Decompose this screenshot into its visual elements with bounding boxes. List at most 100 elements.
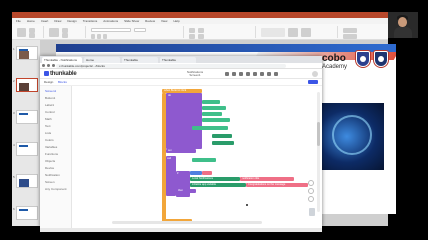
reset-button[interactable]	[62, 33, 68, 38]
ribbon-tab[interactable]: Review	[145, 19, 155, 23]
preview-icon[interactable]	[239, 72, 243, 76]
notification-block[interactable]: Local Notifications	[190, 177, 240, 181]
bold-button[interactable]	[91, 34, 95, 39]
ribbon-tab[interactable]: File	[16, 19, 21, 23]
ribbon-tab[interactable]: Design	[67, 19, 76, 23]
quick-styles-button[interactable]	[301, 28, 311, 37]
paste-button[interactable]	[17, 28, 26, 37]
help-icon[interactable]	[267, 72, 271, 76]
sidebar-item[interactable]: Text	[45, 124, 51, 128]
ribbon-tab[interactable]: Draw	[54, 19, 61, 23]
align-left-button[interactable]	[189, 34, 195, 39]
slide-thumbnail[interactable]: 5	[13, 174, 38, 188]
font-name-select[interactable]	[91, 28, 131, 32]
slide-thumbnail[interactable]: 1	[13, 46, 38, 60]
value-block[interactable]	[192, 126, 228, 130]
sidebar-item[interactable]: Objects	[45, 159, 55, 163]
trash-icon[interactable]	[309, 208, 315, 216]
thumb-photo	[19, 179, 29, 187]
sidebar-item[interactable]: Control	[45, 110, 55, 114]
text-block[interactable]	[202, 171, 212, 175]
test-button[interactable]	[308, 80, 318, 84]
slide-number: 2	[13, 79, 15, 83]
zoom-out-icon[interactable]	[308, 196, 314, 202]
underline-button[interactable]	[103, 34, 107, 39]
value-block[interactable]	[202, 112, 222, 116]
sidebar-item[interactable]: Screen1	[45, 89, 56, 93]
settings-icon[interactable]	[260, 72, 264, 76]
forward-icon[interactable]	[47, 64, 50, 67]
slide-thumbnail[interactable]: 4	[13, 142, 38, 156]
logic-block[interactable]	[190, 171, 202, 175]
ribbon-tab[interactable]: View	[161, 19, 167, 23]
copy-button[interactable]	[29, 33, 35, 38]
sidebar-item[interactable]: Screen	[45, 180, 55, 184]
replace-button[interactable]	[343, 34, 357, 39]
italic-button[interactable]	[97, 34, 101, 39]
value-block[interactable]	[212, 141, 234, 145]
sidebar-item[interactable]: Any Component	[45, 187, 67, 191]
workspace-horizontal-scrollbar[interactable]	[112, 221, 262, 224]
thunkable-logo[interactable]: thunkable	[44, 71, 77, 77]
project-screen[interactable]: Screen1	[175, 74, 215, 77]
redo-icon[interactable]	[232, 72, 236, 76]
reload-icon[interactable]	[52, 64, 55, 67]
sidebar-item[interactable]: Notification	[45, 173, 60, 177]
user-avatar[interactable]	[312, 71, 318, 77]
value-block[interactable]	[212, 134, 232, 138]
arrange-button[interactable]	[288, 28, 298, 37]
sidebar-item[interactable]: Math	[45, 117, 52, 121]
set-block[interactable]: set	[166, 149, 196, 153]
align-center-button[interactable]	[198, 34, 204, 39]
ribbon-group-editing	[340, 26, 384, 39]
message-text-block[interactable]: Congratulations on the message	[246, 183, 308, 187]
shapes-gallery[interactable]	[261, 28, 285, 37]
ribbon-tab[interactable]: Transitions	[83, 19, 98, 23]
zoom-in-icon[interactable]	[308, 188, 314, 194]
if-block[interactable]: if	[176, 171, 190, 197]
recenter-icon[interactable]	[308, 180, 314, 186]
certification-badge	[374, 51, 388, 67]
value-block[interactable]	[202, 106, 226, 110]
undo-icon[interactable]	[225, 72, 229, 76]
value-block[interactable]	[202, 100, 220, 104]
tab-blocks[interactable]: Blocks	[58, 80, 67, 84]
block-label: Congratulations on the message	[248, 183, 286, 186]
call-block[interactable]: call	[166, 156, 176, 196]
ribbon-tab[interactable]: Insert	[41, 19, 49, 23]
presenter-face	[398, 17, 407, 27]
sidebar-item[interactable]: Variables	[45, 145, 57, 149]
new-slide-button[interactable]	[49, 28, 59, 37]
ribbon-tab[interactable]: Animations	[103, 19, 118, 23]
back-icon[interactable]	[42, 64, 45, 67]
blocks-workspace[interactable]: when Button1 Click do set call if Local …	[72, 86, 322, 228]
then-block[interactable]: then	[176, 189, 196, 193]
address-bar[interactable]: x.thunkable.com/projects/.../blocks	[56, 64, 286, 68]
tab-design[interactable]: Design	[44, 80, 53, 84]
font-size-select[interactable]	[134, 28, 146, 32]
share-icon[interactable]	[246, 72, 250, 76]
notification-title-block[interactable]: notification title	[240, 177, 294, 181]
sidebar-item[interactable]: Lists	[45, 131, 51, 135]
do-block[interactable]: do	[166, 93, 202, 149]
numbering-button[interactable]	[198, 28, 204, 33]
slide-thumbnail[interactable]: 2	[13, 78, 38, 92]
sidebar-item[interactable]: Functions	[45, 152, 58, 156]
sidebar-item[interactable]: Button1	[45, 96, 55, 100]
ribbon-tab[interactable]: Home	[27, 19, 35, 23]
sidebar-item[interactable]: Colors	[45, 138, 54, 142]
bullets-button[interactable]	[189, 28, 195, 33]
live-test-icon[interactable]	[274, 72, 278, 76]
find-button[interactable]	[343, 28, 357, 33]
workspace-vertical-scrollbar[interactable]	[317, 92, 320, 212]
ribbon-tab[interactable]: Help	[173, 19, 179, 23]
slide-thumbnail[interactable]: 6	[13, 206, 38, 220]
ribbon-tab[interactable]: Slide Show	[124, 19, 139, 23]
sidebar-item[interactable]: Device	[45, 166, 54, 170]
notification-block[interactable]: initialize app variable	[190, 183, 246, 187]
value-block[interactable]	[202, 118, 230, 122]
slide-thumbnail[interactable]: 3	[13, 110, 38, 124]
download-icon[interactable]	[253, 72, 257, 76]
sidebar-item[interactable]: Label1	[45, 103, 54, 107]
value-block[interactable]	[192, 158, 216, 162]
